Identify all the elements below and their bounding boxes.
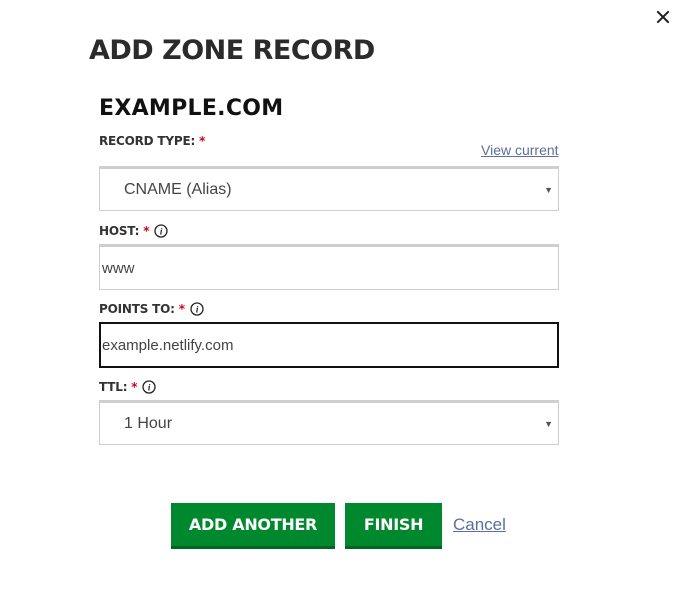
host-input[interactable]: www — [99, 244, 559, 290]
record-type-label: RECORD TYPE: * — [99, 134, 205, 148]
dropdown-caret-icon: ▼ — [544, 418, 553, 429]
required-mark: * — [131, 380, 138, 394]
finish-button[interactable]: FINISH — [345, 503, 442, 549]
record-type-select[interactable]: CNAME (Alias) ▼ — [99, 166, 559, 211]
ttl-value: 1 Hour — [124, 414, 173, 432]
points-to-input-value: example.netlify.com — [102, 336, 234, 354]
points-to-label: POINTS TO: * i — [99, 302, 204, 316]
ttl-select[interactable]: 1 Hour ▼ — [99, 400, 559, 445]
add-another-button[interactable]: ADD ANOTHER — [171, 503, 335, 549]
svg-text:i: i — [196, 305, 199, 315]
host-label: HOST: * i — [99, 224, 168, 238]
required-mark: * — [199, 134, 206, 148]
host-input-value: www — [102, 259, 135, 277]
domain-name: EXAMPLE.COM — [99, 96, 284, 121]
info-icon[interactable]: i — [154, 224, 168, 238]
dialog-title: ADD ZONE RECORD — [89, 35, 375, 66]
view-current-link[interactable]: View current — [481, 142, 559, 158]
host-label-text: HOST: — [99, 224, 140, 238]
dropdown-caret-icon: ▼ — [544, 184, 553, 195]
required-mark: * — [178, 302, 185, 316]
info-icon[interactable]: i — [190, 302, 204, 316]
svg-text:i: i — [148, 383, 151, 393]
close-icon[interactable] — [654, 8, 672, 26]
ttl-label: TTL: * i — [99, 380, 157, 394]
info-icon[interactable]: i — [142, 380, 157, 394]
ttl-label-text: TTL: — [99, 380, 128, 394]
record-type-label-text: RECORD TYPE: — [99, 134, 196, 148]
required-mark: * — [143, 224, 150, 238]
svg-text:i: i — [160, 227, 163, 237]
cancel-link[interactable]: Cancel — [453, 515, 506, 535]
points-to-input[interactable]: example.netlify.com — [99, 322, 559, 368]
record-type-value: CNAME (Alias) — [124, 180, 232, 198]
points-to-label-text: POINTS TO: — [99, 302, 175, 316]
